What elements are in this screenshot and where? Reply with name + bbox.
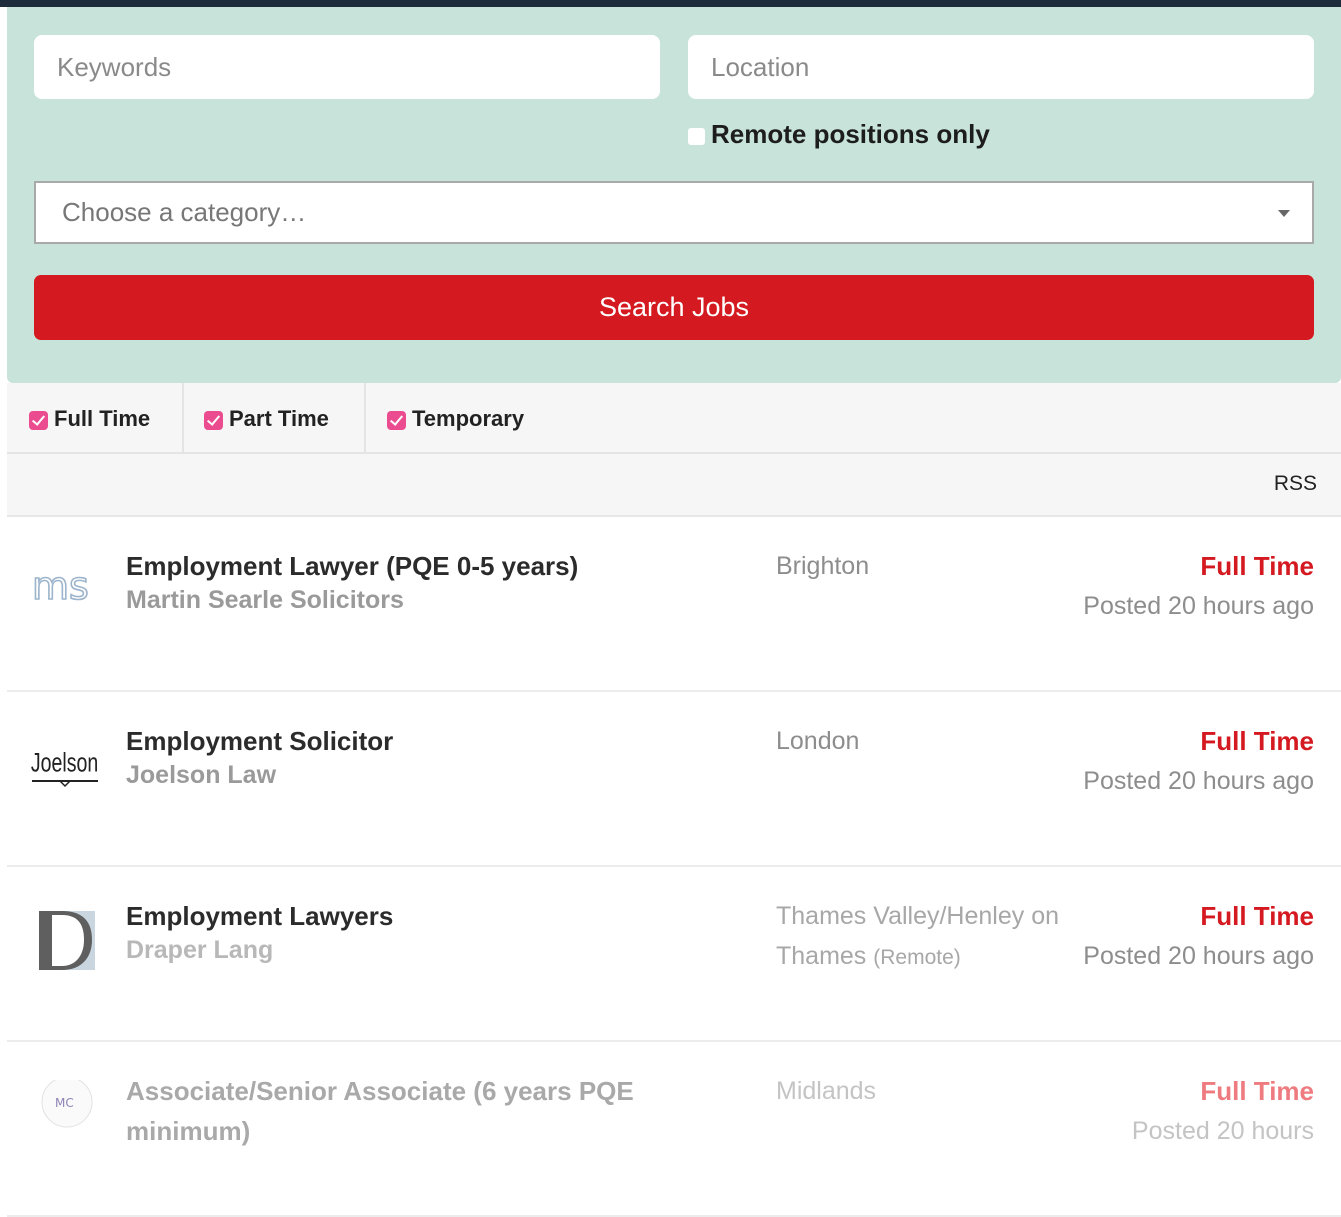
job-meta: Full Time Posted 20 hours ago [1074,896,1314,976]
job-title[interactable]: Employment Solicitor [126,721,746,761]
job-meta: Full Time Posted 20 hours [1074,1071,1314,1151]
keywords-input[interactable]: Keywords [34,35,660,99]
job-title[interactable]: Employment Lawyers [126,896,746,936]
company-logo [30,905,100,975]
posted-date: Posted 20 hours ago [1083,942,1314,970]
divider [364,383,366,454]
filter-full-time[interactable]: Full Time [29,383,150,454]
job-type: Full Time [1200,551,1314,581]
job-listing[interactable]: MC Associate/Senior Associate (6 years P… [7,1042,1341,1217]
filter-label: Full Time [54,405,151,431]
filter-label: Temporary [412,405,525,431]
job-title[interactable]: Employment Lawyer (PQE 0-5 years) [126,546,746,586]
logo-text: Joelson [31,748,98,778]
job-type: Full Time [1200,1076,1314,1106]
remote-tag: (Remote) [873,946,961,969]
chevron-down-icon [1278,210,1290,217]
job-location: London [776,721,1066,761]
posted-date: Posted 20 hours ago [1083,767,1314,795]
rss-bar: RSS [7,454,1341,517]
filter-label: Part Time [229,405,329,431]
location-text: London [776,727,860,755]
posted-date: Posted 20 hours ago [1083,592,1314,620]
checkbox-checked-icon[interactable] [387,411,406,430]
company-name: Draper Lang [126,936,274,964]
checkbox-checked-icon[interactable] [29,411,48,430]
job-listing[interactable]: Joelson Employment Solicitor Joelson Law… [7,692,1341,867]
job-listing[interactable]: ms Employment Lawyer (PQE 0-5 years) Mar… [7,517,1341,692]
job-listing[interactable]: Employment Lawyers Draper Lang Thames Va… [7,867,1341,1042]
logo-text: ms [32,564,89,608]
company-name: Martin Searle Solicitors [126,586,404,614]
rss-link[interactable]: RSS [1274,472,1317,496]
logo-text: MC [55,1096,74,1110]
job-location: Brighton [776,546,1066,586]
category-select-value: Choose a category… [62,197,307,227]
checkbox-checked-icon[interactable] [204,411,223,430]
job-meta: Full Time Posted 20 hours ago [1074,721,1314,801]
job-meta: Full Time Posted 20 hours ago [1074,546,1314,626]
posted-date: Posted 20 hours [1131,1117,1314,1145]
remote-only-checkbox[interactable]: Remote positions only [688,119,990,149]
company-name: Joelson Law [126,761,277,789]
company-logo: Joelson [30,730,100,800]
job-type: Full Time [1200,901,1314,931]
job-location: Thames Valley/Henley on Thames (Remote) [776,896,1066,978]
location-input[interactable]: Location [688,35,1314,99]
job-type: Full Time [1200,726,1314,756]
job-title[interactable]: Associate/Senior Associate (6 years PQE … [126,1071,746,1151]
divider [182,383,184,454]
location-text: Brighton [776,552,870,580]
job-location: Midlands [776,1071,1066,1111]
company-logo: ms [30,555,100,625]
company-logo: MC [30,1076,100,1150]
filter-temporary[interactable]: Temporary [387,383,524,454]
job-search-panel: Keywords Location Remote positions only … [7,7,1341,383]
job-type-filters: Full Time Part Time Temporary [7,383,1341,454]
remote-only-label: Remote positions only [711,118,990,149]
category-select[interactable]: Choose a category… [34,181,1314,244]
checkbox-box[interactable] [688,127,705,145]
location-text: Midlands [776,1077,877,1105]
top-bar [0,0,1341,7]
search-jobs-button[interactable]: Search Jobs [34,275,1314,340]
filter-part-time[interactable]: Part Time [204,383,329,454]
